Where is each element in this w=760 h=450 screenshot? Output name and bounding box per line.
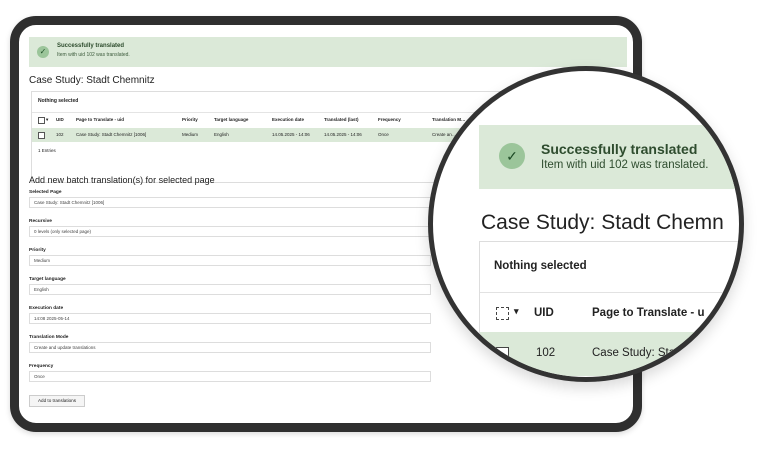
row-checkbox[interactable] bbox=[496, 347, 509, 360]
execution-date-input[interactable]: 14:08 2025-05-14 bbox=[29, 313, 431, 324]
checkmark-icon: ✓ bbox=[499, 143, 525, 169]
table-zoomed: Nothing selected ▾ UID Page to Translate… bbox=[479, 241, 739, 377]
page-title-zoomed: Case Study: Stadt Chemn bbox=[481, 211, 724, 234]
field-frequency: Frequency Once bbox=[29, 364, 431, 382]
field-label: Execution date bbox=[29, 306, 64, 311]
column-translated-last[interactable]: Translated (last) bbox=[324, 117, 359, 122]
column-page[interactable]: Page to Translate - uid bbox=[76, 117, 124, 122]
row-page[interactable]: Case Study: Stadt Chemnitz [1006] bbox=[76, 132, 146, 137]
alert-message: Item with uid 102 was translated. bbox=[57, 52, 130, 58]
row-frequency: Once bbox=[378, 132, 389, 137]
row-translated-last: 14.05.2025 - 14:06 bbox=[324, 132, 362, 137]
column-priority[interactable]: Priority bbox=[182, 117, 198, 122]
page-title: Case Study: Stadt Chemnitz bbox=[29, 75, 155, 86]
form-heading: Add new batch translation(s) for selecte… bbox=[29, 175, 215, 185]
field-label: Target language bbox=[29, 277, 66, 282]
recursive-select[interactable]: 0 levels (only selected page) bbox=[29, 226, 431, 237]
priority-select[interactable]: Medium bbox=[29, 255, 431, 266]
field-selected-page: Selected Page Case Study: Stadt Chemnitz… bbox=[29, 190, 431, 208]
alert-title-zoomed: Successfully translated bbox=[541, 141, 698, 157]
field-label: Selected Page bbox=[29, 190, 62, 195]
row-priority: Medium bbox=[182, 132, 199, 137]
magnified-view: ✓ Successfully translated Item with uid … bbox=[433, 71, 739, 377]
select-all-checkbox[interactable] bbox=[38, 117, 45, 124]
field-recursive: Recursive 0 levels (only selected page) bbox=[29, 219, 431, 237]
row-language: English bbox=[214, 132, 229, 137]
row-checkbox[interactable] bbox=[38, 132, 45, 139]
table-header-zoomed: ▾ UID Page to Translate - u bbox=[480, 292, 739, 333]
field-target-language: Target language English bbox=[29, 277, 431, 295]
selection-status-zoomed: Nothing selected bbox=[494, 260, 587, 272]
column-execution-date[interactable]: Execution date bbox=[272, 117, 304, 122]
target-language-select[interactable]: English bbox=[29, 284, 431, 295]
row-execution-date: 14.05.2025 - 14:06 bbox=[272, 132, 310, 137]
magnifier-lens: ✓ Successfully translated Item with uid … bbox=[428, 66, 744, 382]
field-label: Priority bbox=[29, 248, 46, 253]
column-uid[interactable]: UID bbox=[56, 117, 64, 122]
selected-page-input[interactable]: Case Study: Stadt Chemnitz [1006] bbox=[29, 197, 431, 208]
column-frequency[interactable]: Frequency bbox=[378, 117, 401, 122]
row-page-zoomed[interactable]: Case Study: Stadt bbox=[592, 347, 685, 359]
select-dropdown-icon[interactable]: ▾ bbox=[46, 117, 48, 123]
field-label: Frequency bbox=[29, 364, 54, 369]
chevron-down-icon[interactable]: ▾ bbox=[514, 306, 519, 317]
success-alert: ✓ Successfully translated Item with uid … bbox=[29, 37, 627, 67]
select-all-checkbox[interactable] bbox=[496, 307, 509, 320]
field-label: Translation Mode bbox=[29, 335, 69, 340]
alert-message-zoomed: Item with uid 102 was translated. bbox=[541, 159, 709, 171]
table-row-zoomed[interactable]: 102 Case Study: Stadt bbox=[480, 332, 739, 376]
translation-mode-select[interactable]: Create and update translations bbox=[29, 342, 431, 353]
add-to-translations-button[interactable]: Add to translations bbox=[29, 395, 85, 407]
frequency-select[interactable]: Once bbox=[29, 371, 431, 382]
field-execution-date: Execution date 14:08 2025-05-14 bbox=[29, 306, 431, 324]
success-alert-zoomed: ✓ Successfully translated Item with uid … bbox=[479, 125, 739, 189]
row-uid: 102 bbox=[56, 132, 64, 137]
selection-status: Nothing selected bbox=[38, 98, 79, 104]
row-uid-zoomed: 102 bbox=[536, 347, 556, 359]
entries-count: 1 Entries bbox=[38, 148, 56, 153]
checkmark-icon: ✓ bbox=[37, 46, 49, 58]
alert-title: Successfully translated bbox=[57, 43, 125, 49]
field-translation-mode: Translation Mode Create and update trans… bbox=[29, 335, 431, 353]
column-uid-zoomed[interactable]: UID bbox=[534, 307, 554, 319]
field-label: Recursive bbox=[29, 219, 52, 224]
column-target-language[interactable]: Target language bbox=[214, 117, 248, 122]
field-priority: Priority Medium bbox=[29, 248, 431, 266]
column-page-zoomed[interactable]: Page to Translate - u bbox=[592, 307, 704, 319]
